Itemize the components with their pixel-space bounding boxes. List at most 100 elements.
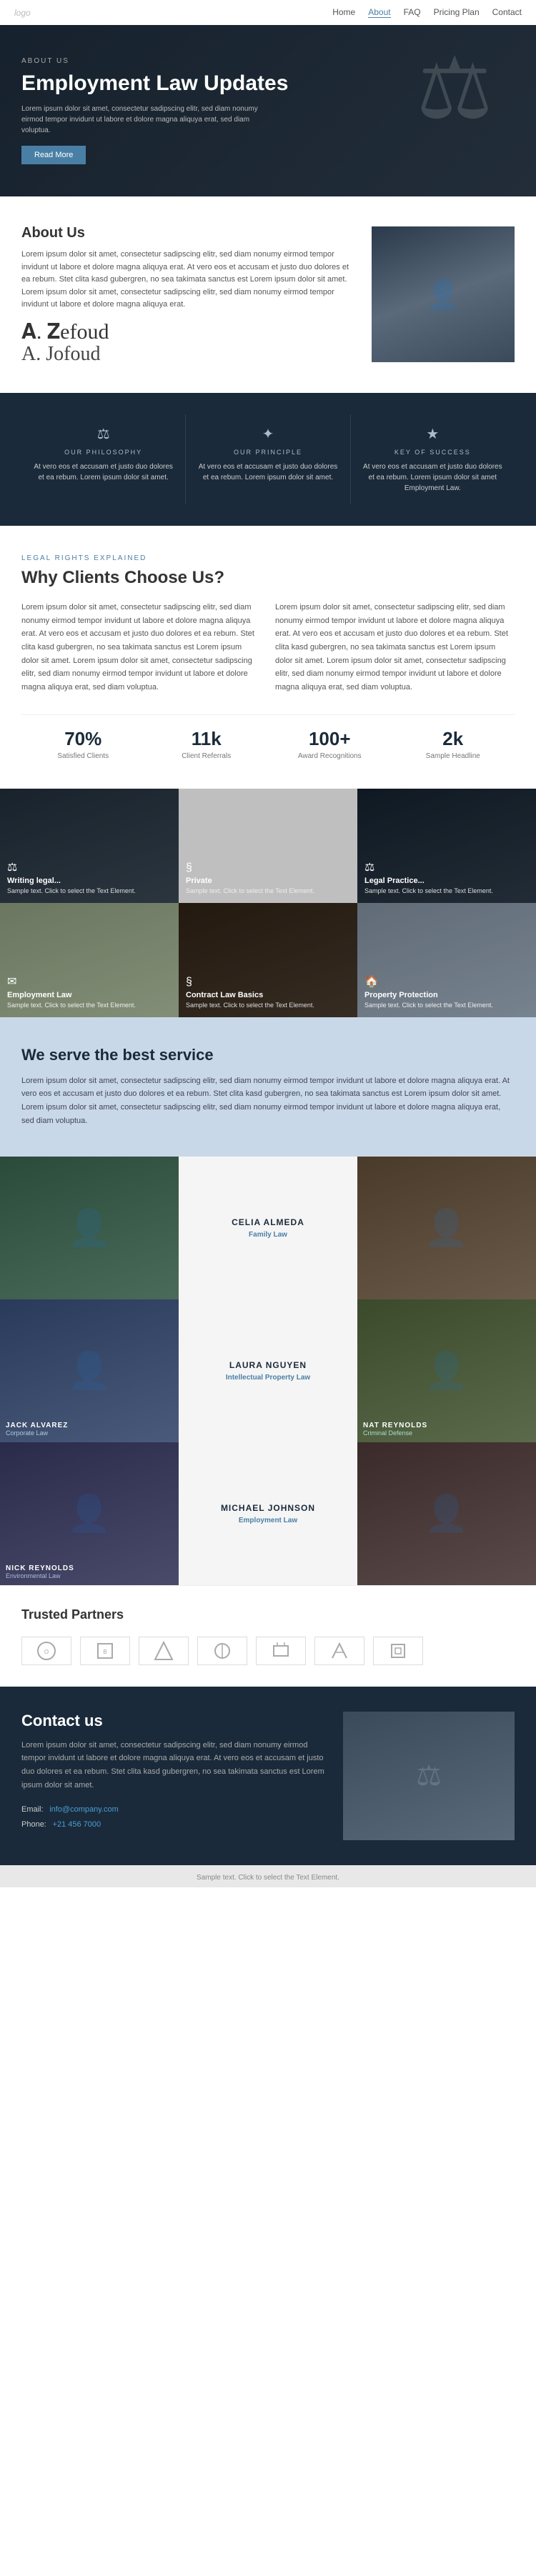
team-name-nick-overlay: NICK REYNOLDS bbox=[6, 1564, 74, 1572]
stats-row: 70% Satisfied Clients 11k Client Referra… bbox=[21, 714, 515, 760]
team-photo-nat-label: NAT REYNOLDS Criminal Defense bbox=[363, 1422, 427, 1437]
service-title-2: Private bbox=[186, 877, 350, 885]
service-card-2[interactable]: § Private Sample text. Click to select t… bbox=[179, 789, 357, 903]
partner-logo-4 bbox=[197, 1637, 247, 1665]
contact-email-row: Email: info@company.com bbox=[21, 1803, 329, 1814]
hero-body: Lorem ipsum dolor sit amet, consectetur … bbox=[21, 104, 264, 136]
why-title: Why Clients Choose Us? bbox=[21, 568, 515, 588]
nav-contact[interactable]: Contact bbox=[492, 7, 522, 18]
nav-links: Home About FAQ Pricing Plan Contact bbox=[332, 7, 522, 18]
team-img-icon-2: 👤 bbox=[425, 1207, 469, 1249]
best-service-text: Lorem ipsum dolor sit amet, consectetur … bbox=[21, 1074, 515, 1128]
contact-phone-label: Phone: bbox=[21, 1820, 46, 1829]
stat-number-3: 100+ bbox=[268, 728, 392, 750]
nav-about[interactable]: About bbox=[368, 7, 390, 18]
team-photo-nick-label: NICK REYNOLDS Environmental Law bbox=[6, 1564, 74, 1579]
nav-faq[interactable]: FAQ bbox=[404, 7, 421, 18]
contact-image: ⚖ bbox=[343, 1712, 515, 1840]
philosophy-item-2: ✦ OUR PRINCIPLE At vero eos et accusam e… bbox=[186, 414, 350, 504]
team-photo-michael: 👤 bbox=[357, 1442, 536, 1585]
team-name-celia: CELIA ALMEDA bbox=[232, 1217, 304, 1227]
team-photo-celia-left-overlay: 👤 bbox=[0, 1157, 179, 1299]
service-card-5[interactable]: § Contract Law Basics Sample text. Click… bbox=[179, 903, 357, 1017]
service-title-4: Employment Law bbox=[7, 991, 172, 999]
partners-section: Trusted Partners O B bbox=[0, 1585, 536, 1687]
partner-logo-6 bbox=[314, 1637, 364, 1665]
service-icon-6: 🏠 bbox=[364, 974, 529, 989]
service-card-1[interactable]: ⚖ Writing legal... Sample text. Click to… bbox=[0, 789, 179, 903]
philosophy-icon-2: ✦ bbox=[197, 425, 339, 443]
about-section: About Us Lorem ipsum dolor sit amet, con… bbox=[0, 196, 536, 393]
philosophy-label-3: KEY OF SUCCESS bbox=[362, 449, 504, 456]
philosophy-icon-3: ★ bbox=[362, 425, 504, 443]
service-text-2: Sample text. Click to select the Text El… bbox=[186, 887, 350, 896]
contact-phone-value: +21 456 7000 bbox=[53, 1820, 101, 1829]
hero-gavel-decoration: ⚖ bbox=[416, 39, 493, 139]
footer-sample-text: Sample text. Click to select the Text El… bbox=[197, 1874, 339, 1882]
partner-logo-7 bbox=[373, 1637, 423, 1665]
stat-label-2: Client Referrals bbox=[145, 752, 269, 760]
team-row-2: 👤 JACK ALVAREZ Corporate Law LAURA NGUYE… bbox=[0, 1299, 536, 1442]
team-photo-nat: 👤 NAT REYNOLDS Criminal Defense bbox=[357, 1299, 536, 1442]
nav-pricing[interactable]: Pricing Plan bbox=[434, 7, 480, 18]
philosophy-section: ⚖ OUR PHILOSOPHY At vero eos et accusam … bbox=[0, 393, 536, 526]
service-title-3: Legal Practice... bbox=[364, 877, 529, 885]
partner-logo-3 bbox=[139, 1637, 189, 1665]
partner-logo-5 bbox=[256, 1637, 306, 1665]
service-icon-5: § bbox=[186, 976, 350, 989]
philosophy-label-1: OUR PHILOSOPHY bbox=[32, 449, 174, 456]
stat-number-2: 11k bbox=[145, 728, 269, 750]
stat-label-3: Award Recognitions bbox=[268, 752, 392, 760]
partner-icon-2: B bbox=[94, 1640, 116, 1662]
why-col-1: Lorem ipsum dolor sit amet, consectetur … bbox=[21, 601, 261, 694]
service-icon-4: ✉ bbox=[7, 974, 172, 989]
service-content-5: § Contract Law Basics Sample text. Click… bbox=[186, 976, 350, 1010]
partner-icon-4 bbox=[212, 1640, 233, 1662]
stat-number-4: 2k bbox=[392, 728, 515, 750]
stat-referrals: 11k Client Referrals bbox=[145, 728, 269, 760]
service-card-6[interactable]: 🏠 Property Protection Sample text. Click… bbox=[357, 903, 536, 1017]
team-photo-jack: 👤 JACK ALVAREZ Corporate Law bbox=[0, 1299, 179, 1442]
team-name-laura: LAURA NGUYEN bbox=[229, 1360, 307, 1370]
philosophy-text-2: At vero eos et accusam et justo duo dolo… bbox=[197, 461, 339, 483]
partner-logo-2: B bbox=[80, 1637, 130, 1665]
contact-email-value: info@company.com bbox=[49, 1805, 119, 1814]
service-content-4: ✉ Employment Law Sample text. Click to s… bbox=[7, 974, 172, 1010]
hero-read-more-button[interactable]: Read More bbox=[21, 146, 86, 164]
best-service-title: We serve the best service bbox=[21, 1046, 515, 1064]
service-text-3: Sample text. Click to select the Text El… bbox=[364, 887, 529, 896]
nav-home[interactable]: Home bbox=[332, 7, 355, 18]
team-photo-nick: 👤 NICK REYNOLDS Environmental Law bbox=[0, 1442, 179, 1585]
team-role-jack-overlay: Corporate Law bbox=[6, 1429, 68, 1437]
team-info-empty: MICHAEL JOHNSON Employment Law bbox=[179, 1442, 357, 1585]
why-section: LEGAL RIGHTS EXPLAINED Why Clients Choos… bbox=[0, 526, 536, 789]
team-photo-jack-label: JACK ALVAREZ Corporate Law bbox=[6, 1422, 68, 1437]
footer-sample-bar: Sample text. Click to select the Text El… bbox=[0, 1865, 536, 1887]
service-content-2: § Private Sample text. Click to select t… bbox=[186, 862, 350, 896]
service-card-4[interactable]: ✉ Employment Law Sample text. Click to s… bbox=[0, 903, 179, 1017]
service-text-4: Sample text. Click to select the Text El… bbox=[7, 1001, 172, 1010]
partner-icon-3 bbox=[153, 1640, 174, 1662]
why-label: LEGAL RIGHTS EXPLAINED bbox=[21, 554, 515, 562]
team-img-icon-3: 👤 bbox=[67, 1349, 111, 1392]
team-row-3: 👤 NICK REYNOLDS Environmental Law MICHAE… bbox=[0, 1442, 536, 1585]
philosophy-label-2: OUR PRINCIPLE bbox=[197, 449, 339, 456]
hero-label: ABOUT US bbox=[21, 57, 515, 65]
team-info-celia: CELIA ALMEDA Family Law bbox=[179, 1157, 357, 1299]
partner-icon-7 bbox=[387, 1640, 409, 1662]
philosophy-icon-1: ⚖ bbox=[32, 425, 174, 443]
partners-title: Trusted Partners bbox=[21, 1607, 515, 1622]
team-role-michael: Employment Law bbox=[239, 1517, 297, 1524]
contact-section: Contact us Lorem ipsum dolor sit amet, c… bbox=[0, 1687, 536, 1865]
stat-satisfied: 70% Satisfied Clients bbox=[21, 728, 145, 760]
service-text-5: Sample text. Click to select the Text El… bbox=[186, 1001, 350, 1010]
about-image: 👤 bbox=[372, 226, 515, 362]
service-card-3[interactable]: ⚖ Legal Practice... Sample text. Click t… bbox=[357, 789, 536, 903]
service-title-5: Contract Law Basics bbox=[186, 991, 350, 999]
team-img-icon-1: 👤 bbox=[67, 1207, 111, 1249]
services-section: ⚖ Writing legal... Sample text. Click to… bbox=[0, 789, 536, 1017]
service-icon-1: ⚖ bbox=[7, 860, 172, 874]
team-role-nat-overlay: Criminal Defense bbox=[363, 1429, 427, 1437]
svg-text:B: B bbox=[103, 1649, 106, 1655]
team-name-nat-overlay: NAT REYNOLDS bbox=[363, 1422, 427, 1429]
